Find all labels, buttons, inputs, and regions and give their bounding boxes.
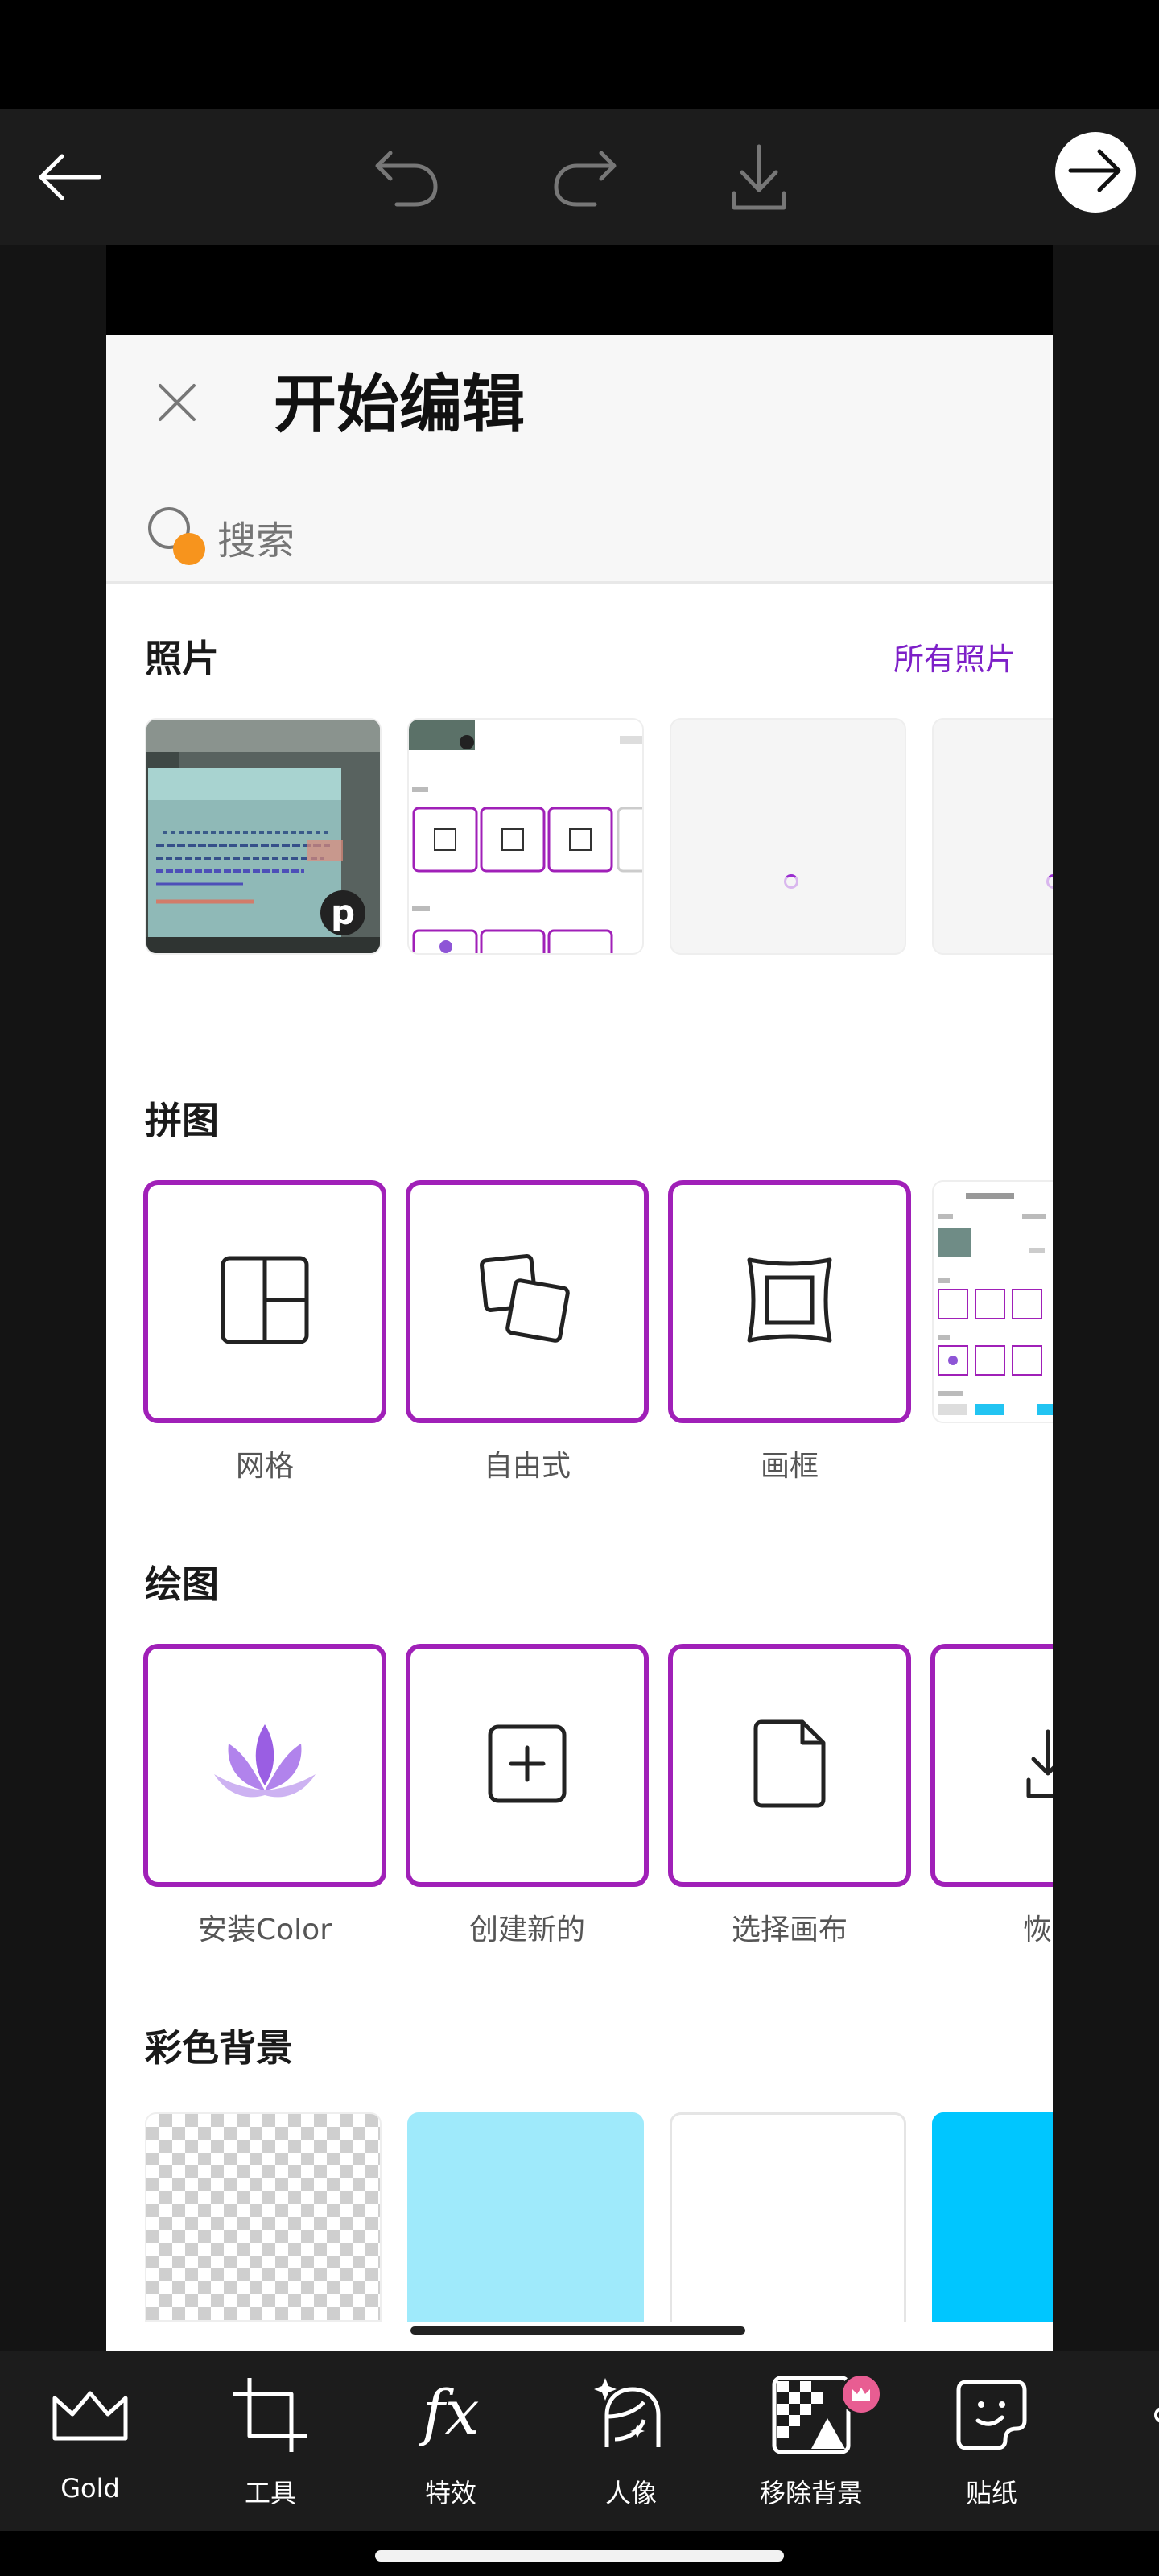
home-indicator[interactable] [375,2550,784,2562]
start-editing-panel: 开始编辑 照片 所有照片 p [106,335,1053,2351]
restore-label: 恢复 [1022,1913,1053,1946]
arrow-right-icon [1067,148,1124,196]
photo-thumbnail-loading[interactable] [932,718,1053,955]
close-button[interactable] [145,372,209,436]
toolbar-sticker-label: 贴纸 [965,2478,1017,2508]
toolbar-remove-background-label: 移除背景 [759,2478,863,2508]
collage-freestyle-tile[interactable] [406,1180,649,1423]
status-bar [0,0,1159,109]
crown-icon [50,2375,130,2455]
create-new-tile[interactable] [406,1644,649,1887]
collage-grid-label: 网格 [235,1450,294,1483]
document-icon [753,1719,827,1812]
search-input[interactable] [217,501,942,581]
panel-drag-handle[interactable] [410,2326,745,2334]
system-navigation-bar [0,2531,1159,2576]
collage-preview-image [934,1182,1053,1422]
portrait-icon [591,2375,671,2455]
toolbar-more-partial[interactable] [1082,2351,1159,2531]
frame-icon [743,1253,836,1350]
toolbar-gold-label: Gold [60,2473,120,2504]
download-button[interactable] [715,109,803,245]
photo-thumbnail-loading[interactable] [670,718,906,955]
editor-top-bar [0,109,1159,245]
toolbar-tools[interactable]: 工具 [180,2351,361,2531]
select-canvas-tile[interactable] [668,1644,911,1887]
fx-icon: fx [410,2375,491,2455]
collage-frame-tile[interactable] [668,1180,911,1423]
collage-frame-label: 画框 [760,1450,819,1483]
canvas-margin-right [1053,245,1159,2351]
redo-button[interactable] [541,109,629,245]
freestyle-icon [479,1252,575,1352]
toolbar-portrait[interactable]: 人像 [541,2351,721,2531]
apply-next-button[interactable] [1055,132,1136,213]
toolbar-effects[interactable]: fx 特效 [361,2351,541,2531]
lotus-icon [212,1719,317,1811]
background-cyan-swatch[interactable] [932,2112,1053,2322]
plus-square-icon [487,1724,567,1807]
background-white-swatch[interactable] [670,2112,906,2322]
restore-tile[interactable] [930,1644,1053,1887]
loading-spinner-icon [1046,874,1053,889]
screenshot-preview-image [409,720,642,953]
background-transparent-swatch[interactable] [145,2112,382,2322]
create-new-label: 创建新的 [468,1913,585,1946]
crop-icon [230,2375,311,2455]
collage-freestyle-label: 自由式 [483,1450,571,1483]
collage-grid-tile[interactable] [143,1180,386,1423]
photos-section-title: 照片 [145,637,219,680]
collage-section-title: 拼图 [145,1099,219,1142]
arrow-left-icon [35,151,102,203]
canvas-top-strip [106,245,1053,335]
svg-text:p: p [331,893,355,932]
premium-crown-badge-icon [840,2373,882,2415]
back-button[interactable] [24,109,113,245]
toolbar-portrait-label: 人像 [604,2478,657,2508]
all-photos-link[interactable]: 所有照片 [893,634,1016,679]
svg-text:fx: fx [419,2379,480,2448]
sticker-icon [951,2375,1032,2455]
toolbar-remove-background[interactable]: 移除背景 [721,2351,901,2531]
panel-title: 开始编辑 [274,369,526,441]
toolbar-sticker[interactable]: 贴纸 [901,2351,1082,2531]
select-canvas-label: 选择画布 [731,1913,848,1946]
key-icon [1130,2375,1159,2455]
install-color-tile[interactable] [143,1644,386,1887]
restore-icon [1024,1724,1053,1807]
screenshot-thumbnail[interactable] [407,718,644,955]
download-icon [731,143,787,211]
background-light-blue-swatch[interactable] [407,2112,644,2322]
undo-button[interactable] [362,109,451,245]
photo-thumbnail[interactable]: p [145,718,382,955]
redo-icon [551,147,619,208]
toolbar-gold[interactable]: Gold [0,2351,180,2531]
undo-icon [373,147,440,208]
panel-header: 开始编辑 [106,335,1053,584]
drawing-section-title: 绘图 [145,1563,219,1606]
toolbar-effects-label: 特效 [424,2478,476,2508]
canvas-margin-left [0,245,106,2351]
collage-preview-thumbnail[interactable] [932,1180,1053,1423]
color-backgrounds-section-title: 彩色背景 [145,2026,293,2070]
search-icon [145,504,209,568]
loading-spinner-icon [784,874,798,889]
remove-background-icon [771,2375,852,2455]
toolbar-tools-label: 工具 [244,2478,296,2508]
grid-icon [220,1255,310,1348]
close-icon [157,382,197,426]
projector-photo-image: p [146,720,380,953]
bottom-toolbar: Gold 工具 fx 特效 人像 移除背景 贴纸 [0,2351,1159,2531]
install-color-label: 安装Color [198,1913,332,1946]
